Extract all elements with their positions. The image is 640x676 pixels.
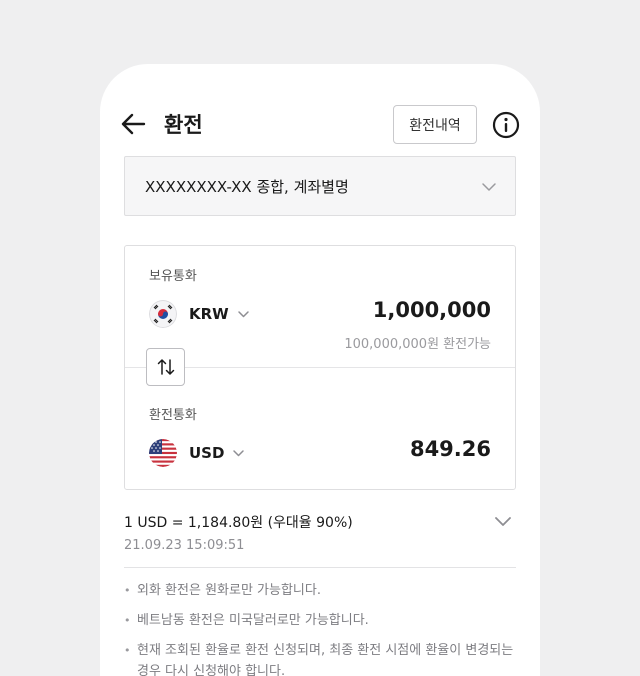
holding-currency-code: KRW — [189, 305, 229, 323]
south-korea-flag-icon — [149, 300, 177, 328]
app-screen: 환전 환전내역 XXXXXXXX-XX 종합, 계좌별명 보유통화 KRW 1,… — [100, 64, 540, 676]
available-amount: 100,000,000원 환전가능 — [344, 337, 491, 352]
list-item: 외화 환전은 원화로만 가능합니다. — [124, 580, 516, 601]
target-amount: 849.26 — [409, 437, 491, 461]
target-currency-code: USD — [189, 444, 225, 462]
chevron-down-icon — [482, 183, 496, 191]
rate-timestamp: 21.09.23 15:09:51 — [124, 538, 245, 553]
exchange-history-button[interactable]: 환전내역 — [393, 105, 477, 144]
swap-currency-button[interactable] — [146, 348, 185, 386]
target-currency-label: 환전통화 — [149, 408, 197, 423]
chevron-down-icon — [237, 310, 249, 317]
notice-list: 외화 환전은 원화로만 가능합니다. 베트남동 환전은 미국달러로만 가능합니다… — [124, 580, 516, 676]
exchange-panel: 보유통화 KRW 1,000,000 100,000,000원 환전가능 환전통… — [124, 245, 516, 490]
info-circle-icon[interactable] — [492, 111, 520, 139]
divider — [124, 567, 516, 568]
usa-flag-icon — [149, 439, 177, 467]
holding-amount[interactable]: 1,000,000 — [373, 298, 491, 322]
exchange-rate: 1 USD = 1,184.80원 (우대율 90%) — [124, 515, 353, 531]
swap-arrows-icon — [157, 359, 174, 375]
account-label: XXXXXXXX-XX 종합, 계좌별명 — [145, 178, 349, 196]
account-select[interactable]: XXXXXXXX-XX 종합, 계좌별명 — [124, 156, 516, 216]
page-title: 환전 — [164, 113, 203, 137]
target-currency-select[interactable]: USD — [149, 437, 245, 469]
arrow-left-icon[interactable] — [120, 112, 146, 136]
holding-currency-label: 보유통화 — [149, 269, 197, 284]
list-item: 현재 조회된 환율로 환전 신청되며, 최종 환전 시점에 환율이 변경되는 경… — [124, 640, 516, 676]
chevron-down-icon — [233, 449, 245, 456]
holding-currency-select[interactable]: KRW — [149, 298, 250, 330]
chevron-down-icon[interactable] — [493, 513, 513, 529]
list-item: 베트남동 환전은 미국달러로만 가능합니다. — [124, 610, 516, 631]
